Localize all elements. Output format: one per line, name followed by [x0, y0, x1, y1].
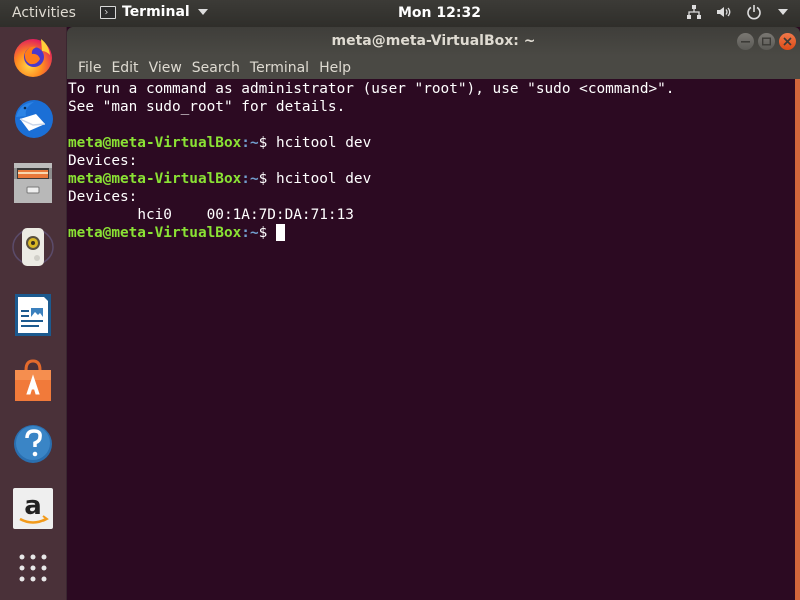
- prompt-path: :~: [241, 171, 259, 187]
- maximize-button[interactable]: [758, 33, 775, 50]
- amazon-icon: a: [13, 488, 53, 529]
- menu-search[interactable]: Search: [187, 60, 245, 76]
- prompt-path: :~: [241, 135, 259, 151]
- app-menu-label: Terminal: [122, 4, 190, 20]
- show-applications-button[interactable]: [9, 544, 57, 592]
- output-line: Devices:: [68, 153, 138, 169]
- dock-item-writer[interactable]: [9, 290, 57, 338]
- menu-help[interactable]: Help: [314, 60, 356, 76]
- network-icon: [686, 4, 702, 20]
- menu-edit[interactable]: Edit: [106, 60, 143, 76]
- text-cursor: [275, 224, 285, 241]
- dock-item-help[interactable]: [9, 420, 57, 468]
- close-button[interactable]: [779, 33, 796, 50]
- terminal-icon: [100, 5, 116, 19]
- command-text: hcitool dev: [275, 135, 372, 151]
- power-icon: [746, 4, 762, 20]
- output-line: To run a command as administrator (user …: [68, 81, 675, 97]
- window-edge-accent: [795, 79, 800, 600]
- top-panel: Activities Terminal Mon 12:32: [0, 0, 800, 27]
- prompt-user: meta@meta-VirtualBox: [68, 135, 242, 151]
- dock: a: [0, 27, 67, 600]
- output-line: Devices:: [68, 189, 138, 205]
- output-line: See "man sudo_root" for details.: [68, 99, 346, 115]
- app-menu[interactable]: Terminal: [100, 4, 208, 20]
- prompt-user: meta@meta-VirtualBox: [68, 171, 242, 187]
- activities-button[interactable]: Activities: [12, 5, 76, 21]
- chevron-down-icon: [778, 9, 788, 15]
- files-icon: [14, 163, 52, 203]
- thunderbird-icon: [15, 100, 53, 138]
- dock-item-rhythmbox[interactable]: [9, 223, 57, 271]
- close-icon: [783, 37, 792, 46]
- system-tray[interactable]: [686, 4, 788, 20]
- title-bar[interactable]: meta@meta-VirtualBox: ~: [67, 27, 800, 56]
- command-text: hcitool dev: [275, 171, 372, 187]
- menu-terminal[interactable]: Terminal: [245, 60, 314, 76]
- svg-text:a: a: [24, 491, 42, 521]
- menu-view[interactable]: View: [144, 60, 187, 76]
- app-grid-icon: [19, 554, 47, 582]
- menu-file[interactable]: File: [73, 60, 106, 76]
- terminal-window: meta@meta-VirtualBox: ~ File Edit View S…: [67, 27, 800, 600]
- firefox-icon: [14, 39, 52, 77]
- clock[interactable]: Mon 12:32: [398, 5, 481, 21]
- prompt-symbol: $: [258, 225, 276, 241]
- window-title: meta@meta-VirtualBox: ~: [331, 33, 536, 49]
- prompt-symbol: $: [258, 135, 276, 151]
- help-icon: [14, 425, 52, 463]
- rhythmbox-icon: [12, 228, 54, 266]
- dock-item-files[interactable]: [9, 158, 57, 206]
- terminal-output[interactable]: To run a command as administrator (user …: [67, 79, 795, 600]
- maximize-icon: [762, 37, 771, 46]
- software-icon: [15, 359, 51, 401]
- prompt-user: meta@meta-VirtualBox: [68, 225, 242, 241]
- menu-bar: File Edit View Search Terminal Help: [67, 56, 800, 79]
- prompt-line: meta@meta-VirtualBox:~$ hcitool dev: [68, 170, 795, 188]
- window-controls: [737, 33, 796, 50]
- prompt-symbol: $: [258, 171, 276, 187]
- dock-item-thunderbird[interactable]: [9, 95, 57, 143]
- chevron-down-icon: [197, 9, 208, 15]
- prompt-line: meta@meta-VirtualBox:~$ hcitool dev: [68, 134, 795, 152]
- minimize-icon: [741, 41, 750, 43]
- dock-item-ubuntu-software[interactable]: [9, 356, 57, 404]
- dock-item-amazon[interactable]: a: [9, 484, 57, 532]
- output-line: hci0 00:1A:7D:DA:71:13: [68, 207, 354, 223]
- prompt-path: :~: [241, 225, 259, 241]
- dock-item-firefox[interactable]: [9, 33, 57, 81]
- volume-icon: [716, 4, 732, 20]
- minimize-button[interactable]: [737, 33, 754, 50]
- writer-icon: [15, 294, 51, 336]
- prompt-line: meta@meta-VirtualBox:~$: [68, 224, 795, 242]
